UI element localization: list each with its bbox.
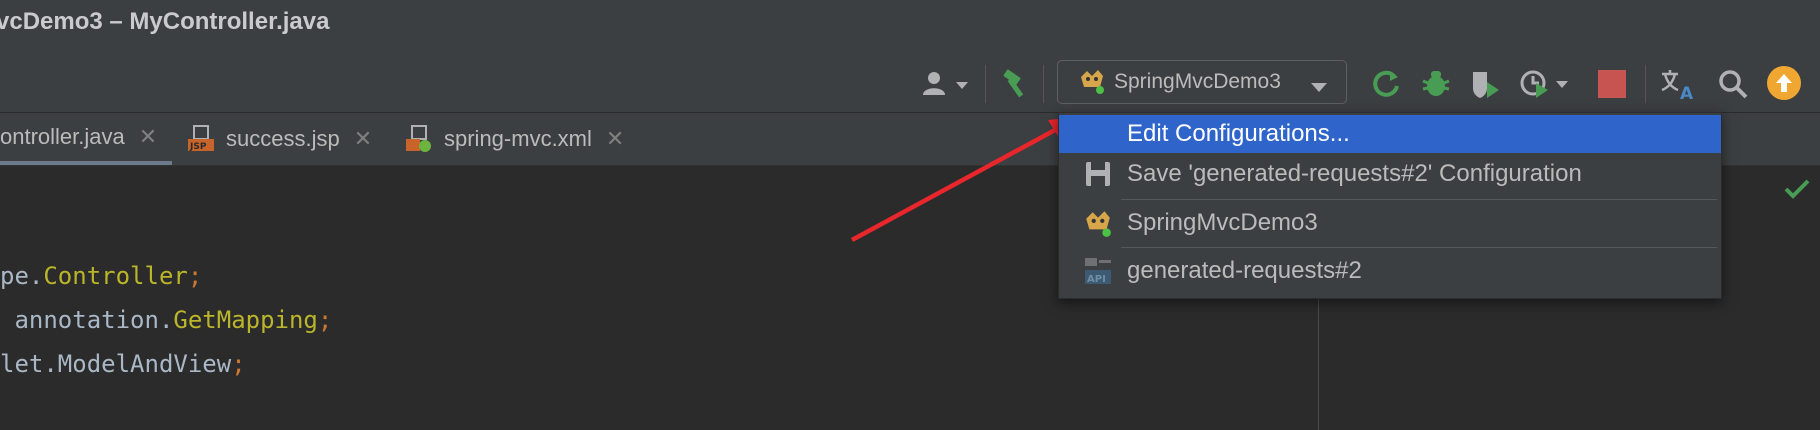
code-line: pe.Controller; [0, 262, 203, 290]
close-icon[interactable]: ✕ [606, 126, 624, 152]
tab-success-jsp[interactable]: JSP success.jsp ✕ [188, 113, 372, 165]
svg-text:API: API [1087, 274, 1106, 285]
window-title: vcDemo3 – MyController.java [0, 8, 330, 35]
run-config-dropdown: Edit Configurations... Save 'generated-r… [1058, 112, 1722, 299]
run-config-label: SpringMvcDemo3 [1114, 70, 1281, 93]
menu-item-save-configuration[interactable]: Save 'generated-requests#2' Configuratio… [1059, 155, 1721, 193]
user-icon[interactable] [920, 68, 976, 100]
api-icon: API [1083, 256, 1113, 286]
chevron-down-icon [1310, 76, 1328, 100]
menu-item-generated-requests[interactable]: API generated-requests#2 [1059, 251, 1721, 291]
stop-icon[interactable] [1598, 70, 1626, 98]
coverage-icon[interactable] [1470, 68, 1502, 100]
menu-item-edit-configurations[interactable]: Edit Configurations... [1059, 115, 1721, 153]
tab-label: success.jsp [226, 126, 340, 151]
tomcat-icon [1078, 67, 1106, 95]
close-icon[interactable]: ✕ [139, 124, 157, 150]
tab-label: spring-mvc.xml [444, 126, 592, 151]
rerun-icon[interactable] [1370, 68, 1402, 100]
profile-icon[interactable] [1520, 68, 1572, 100]
run-config-selector[interactable]: SpringMvcDemo3 [1057, 60, 1347, 104]
toolbar-separator [1043, 65, 1044, 103]
code-line: let.ModelAndView; [0, 350, 246, 378]
jsp-file-icon: JSP [188, 125, 214, 153]
tab-label: ontroller.java [0, 124, 125, 149]
tab-spring-mvc-xml[interactable]: spring-mvc.xml ✕ [406, 113, 624, 165]
save-icon [1083, 159, 1113, 189]
code-line: annotation.GetMapping; [0, 306, 333, 334]
svg-text:A: A [1680, 84, 1694, 100]
search-icon[interactable] [1717, 68, 1749, 100]
toolbar-separator [1645, 65, 1646, 103]
xml-file-icon [406, 125, 432, 153]
hammer-icon[interactable] [1000, 68, 1032, 100]
tomcat-icon [1083, 208, 1113, 238]
translate-icon[interactable]: A [1660, 68, 1696, 104]
tab-mycontroller[interactable]: ontroller.java ✕ [0, 113, 172, 165]
debug-icon[interactable] [1420, 68, 1452, 100]
update-icon[interactable] [1767, 66, 1801, 100]
menu-separator [1121, 199, 1717, 200]
menu-item-springmvcdemo3[interactable]: SpringMvcDemo3 [1059, 203, 1721, 243]
toolbar-separator [985, 65, 986, 103]
title-bar: vcDemo3 – MyController.java [0, 0, 1820, 50]
menu-separator [1121, 247, 1717, 248]
svg-text:JSP: JSP [189, 142, 207, 152]
check-icon [1784, 178, 1810, 205]
close-icon[interactable]: ✕ [354, 126, 372, 152]
